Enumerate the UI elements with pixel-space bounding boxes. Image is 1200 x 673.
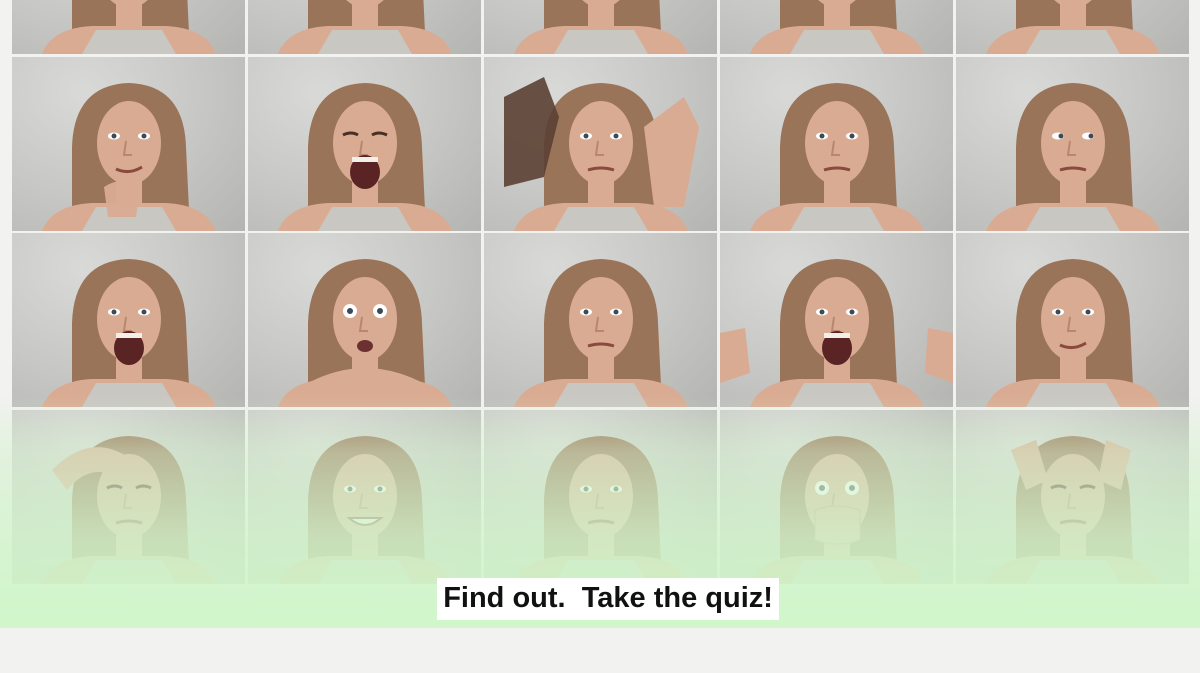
portrait-tile-neutral	[248, 0, 481, 54]
quiz-caption[interactable]: Find out. Take the quiz!	[0, 549, 1200, 620]
portrait-tile-side-glance	[956, 57, 1189, 231]
portrait-tile-screaming	[248, 57, 481, 231]
portrait-tile-shocked	[248, 233, 481, 407]
portrait-tile-smirk	[956, 233, 1189, 407]
portrait-tile-rage	[720, 233, 953, 407]
portrait-tile-yelling	[12, 233, 245, 407]
portrait-tile-angry	[720, 57, 953, 231]
portrait-tile-neutral	[720, 0, 953, 54]
portrait-tile-neutral	[12, 0, 245, 54]
caption-text[interactable]: Find out. Take the quiz!	[437, 578, 779, 620]
portrait-tile-thinking	[12, 57, 245, 231]
portrait-tile-frown	[484, 233, 717, 407]
portrait-tile-disgust	[484, 57, 717, 231]
portrait-tile-neutral	[484, 0, 717, 54]
portrait-tile-neutral	[956, 0, 1189, 54]
